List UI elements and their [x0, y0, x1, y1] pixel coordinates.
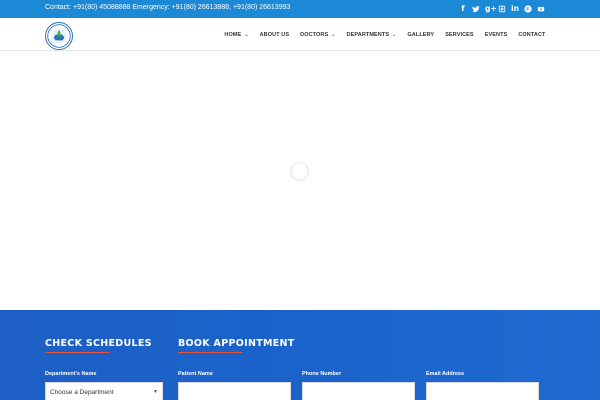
- hero-slider-area: [0, 52, 600, 310]
- appointment-section: CHECK SCHEDULES BOOK APPOINTMENT Departm…: [0, 310, 600, 400]
- nav-doctors[interactable]: DOCTORS ⌄: [295, 32, 341, 38]
- email-address-label: Email Address: [426, 371, 465, 377]
- department-select-value: Choose a Department: [50, 389, 114, 396]
- main-nav: HOME ⌄ ABOUT US DOCTORS ⌄ DEPARTMENTS ⌄ GAL…: [219, 18, 551, 51]
- nav-contact[interactable]: CONTACT: [513, 32, 551, 38]
- phone-number-label: Phone Number: [302, 371, 342, 377]
- site-header: HOME ⌄ ABOUT US DOCTORS ⌄ DEPARTMENTS ⌄ GAL…: [0, 18, 600, 51]
- check-schedules-title: CHECK SCHEDULES: [45, 338, 152, 349]
- nav-home[interactable]: HOME ⌄: [219, 32, 254, 38]
- chevron-down-icon: ⌄: [392, 31, 397, 38]
- loading-spinner-icon: [290, 162, 309, 181]
- patient-name-input[interactable]: [178, 382, 291, 400]
- facebook-icon[interactable]: f: [459, 3, 467, 14]
- chevron-down-icon: ⌄: [244, 31, 249, 38]
- social-links: f g+ in: [459, 3, 545, 14]
- pinterest-icon[interactable]: [524, 3, 532, 14]
- youtube-icon[interactable]: [537, 3, 545, 14]
- patient-name-label: Patient Name: [178, 371, 213, 377]
- chevron-down-icon: ⌄: [331, 31, 336, 38]
- title-underline: [178, 352, 242, 353]
- book-appointment-title: BOOK APPOINTMENT: [178, 338, 295, 349]
- phone-number-input[interactable]: [302, 382, 415, 400]
- title-underline: [45, 352, 109, 353]
- nav-gallery[interactable]: GALLERY: [402, 32, 440, 38]
- department-label: Department's Name: [45, 371, 97, 377]
- top-contact-bar: Contact: +91(80) 45088888 Emergency: +91…: [0, 0, 600, 18]
- nav-services[interactable]: SERVICES: [440, 32, 480, 38]
- nav-departments[interactable]: DEPARTMENTS ⌄: [341, 32, 402, 38]
- site-logo[interactable]: [45, 22, 73, 50]
- contact-info: Contact: +91(80) 45088888 Emergency: +91…: [45, 4, 291, 11]
- google-plus-icon[interactable]: g+: [485, 3, 497, 14]
- email-address-input[interactable]: [426, 382, 539, 400]
- instagram-icon[interactable]: [498, 3, 506, 14]
- department-select[interactable]: Choose a Department ▼: [45, 382, 163, 400]
- nav-about-us[interactable]: ABOUT US: [254, 32, 295, 38]
- linkedin-icon[interactable]: in: [511, 3, 519, 14]
- twitter-icon[interactable]: [472, 3, 480, 14]
- nav-events[interactable]: EVENTS: [479, 32, 513, 38]
- caret-down-icon: ▼: [153, 389, 158, 395]
